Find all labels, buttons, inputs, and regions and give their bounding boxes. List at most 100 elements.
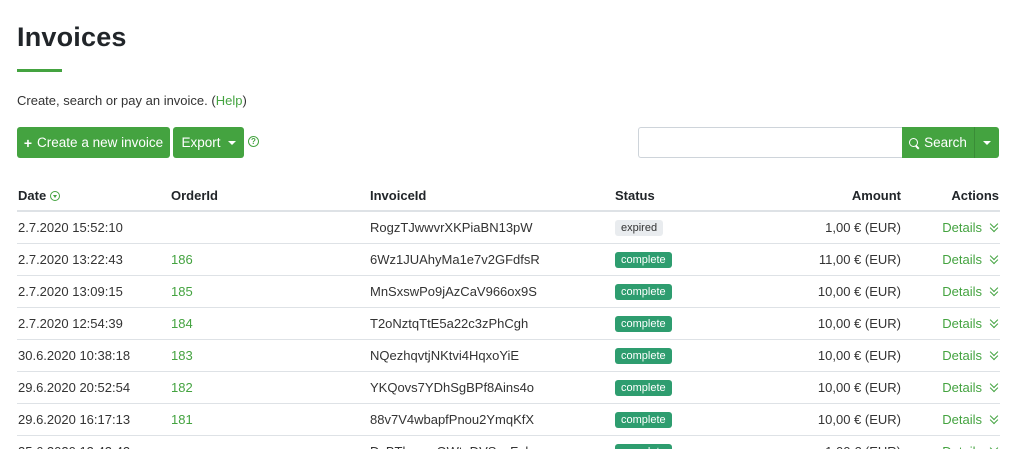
details-link[interactable]: Details bbox=[942, 252, 982, 267]
help-link[interactable]: Help bbox=[216, 93, 243, 108]
order-id-link[interactable]: 182 bbox=[171, 380, 193, 395]
table-row: 29.6.2020 16:17:13 181 88v7V4wbapfPnou2Y… bbox=[17, 403, 1000, 436]
actions-cell: Details bbox=[902, 339, 1000, 372]
column-header-order-id: OrderId bbox=[170, 180, 369, 212]
chevron-double-down-icon[interactable] bbox=[990, 287, 999, 297]
status-cell: complete bbox=[614, 339, 744, 372]
details-link[interactable]: Details bbox=[942, 284, 982, 299]
table-row: 25.6.2020 13:42:42 DsBTknacsQWteDVSgsFnb… bbox=[17, 435, 1000, 449]
invoice-amount: 1,00 € (EUR) bbox=[744, 211, 902, 244]
chevron-double-down-icon[interactable] bbox=[990, 255, 999, 265]
export-label: Export bbox=[181, 135, 221, 150]
actions-cell: Details bbox=[902, 275, 1000, 308]
status-cell: complete bbox=[614, 307, 744, 340]
chevron-double-down-icon[interactable] bbox=[990, 223, 999, 233]
page-subtitle: Create, search or pay an invoice. (Help) bbox=[17, 93, 247, 108]
invoice-amount: 11,00 € (EUR) bbox=[744, 243, 902, 276]
chevron-double-down-icon[interactable] bbox=[990, 415, 999, 425]
details-link[interactable]: Details bbox=[942, 444, 982, 449]
order-id-link[interactable]: 186 bbox=[171, 252, 193, 267]
order-id-link[interactable]: 183 bbox=[171, 348, 193, 363]
invoice-id: NQezhqvtjNKtvi4HqxoYiE bbox=[369, 339, 614, 372]
status-badge: complete bbox=[615, 379, 672, 396]
details-link[interactable]: Details bbox=[942, 380, 982, 395]
invoice-id: T2oNztqTtE5a22c3zPhCgh bbox=[369, 307, 614, 340]
invoice-amount: 10,00 € (EUR) bbox=[744, 371, 902, 404]
invoice-id: 6Wz1JUAhyMa1e7v2GFdfsR bbox=[369, 243, 614, 276]
actions-cell: Details bbox=[902, 371, 1000, 404]
create-invoice-button[interactable]: + Create a new invoice bbox=[17, 127, 170, 158]
details-link[interactable]: Details bbox=[942, 412, 982, 427]
invoice-date: 2.7.2020 15:52:10 bbox=[17, 211, 170, 244]
status-badge: complete bbox=[615, 251, 672, 268]
invoice-date: 2.7.2020 13:09:15 bbox=[17, 275, 170, 308]
invoice-date: 2.7.2020 13:22:43 bbox=[17, 243, 170, 276]
invoice-rows: 2.7.2020 15:52:10 RogzTJwwvrXKPiaBN13pW … bbox=[17, 211, 1000, 449]
invoice-id: RogzTJwwvrXKPiaBN13pW bbox=[369, 211, 614, 244]
actions-cell: Details bbox=[902, 307, 1000, 340]
table-row: 2.7.2020 13:22:43 186 6Wz1JUAhyMa1e7v2GF… bbox=[17, 243, 1000, 276]
page-title: Invoices bbox=[17, 22, 127, 52]
column-header-invoice-id: InvoiceId bbox=[369, 180, 614, 212]
order-id-link[interactable]: 181 bbox=[171, 412, 193, 427]
actions-cell: Details bbox=[902, 211, 1000, 244]
invoice-id: MnSxswPo9jAzCaV966ox9S bbox=[369, 275, 614, 308]
status-badge: complete bbox=[615, 347, 672, 364]
status-badge: complete bbox=[615, 315, 672, 332]
chevron-double-down-icon[interactable] bbox=[990, 351, 999, 361]
subtitle-end: ) bbox=[242, 93, 247, 108]
order-id-cell: 185 bbox=[170, 275, 369, 308]
table-row: 2.7.2020 13:09:15 185 MnSxswPo9jAzCaV966… bbox=[17, 275, 1000, 308]
details-link[interactable]: Details bbox=[942, 220, 982, 235]
search-input[interactable] bbox=[638, 127, 902, 158]
search-label: Search bbox=[924, 135, 967, 150]
subtitle-text: Create, search or pay an invoice. ( bbox=[17, 93, 216, 108]
invoice-amount: 10,00 € (EUR) bbox=[744, 339, 902, 372]
order-id-cell: 186 bbox=[170, 243, 369, 276]
order-id-cell bbox=[170, 211, 369, 244]
export-dropdown-button[interactable]: Export bbox=[173, 127, 244, 158]
status-cell: complete bbox=[614, 435, 744, 449]
invoice-id: DsBTknacsQWteDVSgsFnby bbox=[369, 435, 614, 449]
status-badge: complete bbox=[615, 411, 672, 428]
invoice-date: 25.6.2020 13:42:42 bbox=[17, 435, 170, 449]
status-badge: complete bbox=[615, 443, 672, 449]
chevron-double-down-icon[interactable] bbox=[990, 383, 999, 393]
invoice-id: 88v7V4wbapfPnou2YmqKfX bbox=[369, 403, 614, 436]
status-badge: expired bbox=[615, 219, 664, 236]
chevron-double-down-icon[interactable] bbox=[990, 319, 999, 329]
order-id-cell: 181 bbox=[170, 403, 369, 436]
order-id-link[interactable]: 184 bbox=[171, 316, 193, 331]
search-options-toggle[interactable] bbox=[974, 127, 999, 158]
column-header-amount: Amount bbox=[744, 180, 902, 212]
actions-cell: Details bbox=[902, 435, 1000, 449]
status-badge: complete bbox=[615, 283, 672, 300]
status-cell: complete bbox=[614, 243, 744, 276]
status-cell: complete bbox=[614, 275, 744, 308]
caret-down-icon bbox=[983, 140, 991, 145]
actions-cell: Details bbox=[902, 243, 1000, 276]
question-circle-icon[interactable]: ? bbox=[248, 136, 259, 147]
table-header-row: Date OrderId InvoiceId Status Amount Act… bbox=[17, 180, 1000, 212]
column-header-actions: Actions bbox=[902, 180, 1000, 212]
column-header-date[interactable]: Date bbox=[17, 180, 170, 212]
table-row: 2.7.2020 12:54:39 184 T2oNztqTtE5a22c3zP… bbox=[17, 307, 1000, 340]
invoices-page: Invoices Create, search or pay an invoic… bbox=[0, 0, 1024, 449]
title-underline bbox=[17, 69, 62, 72]
column-header-label: Date bbox=[18, 187, 47, 203]
plus-icon: + bbox=[23, 134, 33, 151]
order-id-cell: 184 bbox=[170, 307, 369, 340]
status-cell: complete bbox=[614, 371, 744, 404]
details-link[interactable]: Details bbox=[942, 316, 982, 331]
table-row: 29.6.2020 20:52:54 182 YKQovs7YDhSgBPf8A… bbox=[17, 371, 1000, 404]
order-id-link[interactable]: 185 bbox=[171, 284, 193, 299]
invoice-id: YKQovs7YDhSgBPf8Ains4o bbox=[369, 371, 614, 404]
search-button[interactable]: Search bbox=[902, 127, 974, 158]
order-id-cell bbox=[170, 435, 369, 449]
table-row: 30.6.2020 10:38:18 183 NQezhqvtjNKtvi4Hq… bbox=[17, 339, 1000, 372]
search-icon bbox=[909, 137, 919, 148]
sort-arrow-icon[interactable] bbox=[50, 190, 61, 201]
order-id-cell: 183 bbox=[170, 339, 369, 372]
details-link[interactable]: Details bbox=[942, 348, 982, 363]
invoice-date: 2.7.2020 12:54:39 bbox=[17, 307, 170, 340]
